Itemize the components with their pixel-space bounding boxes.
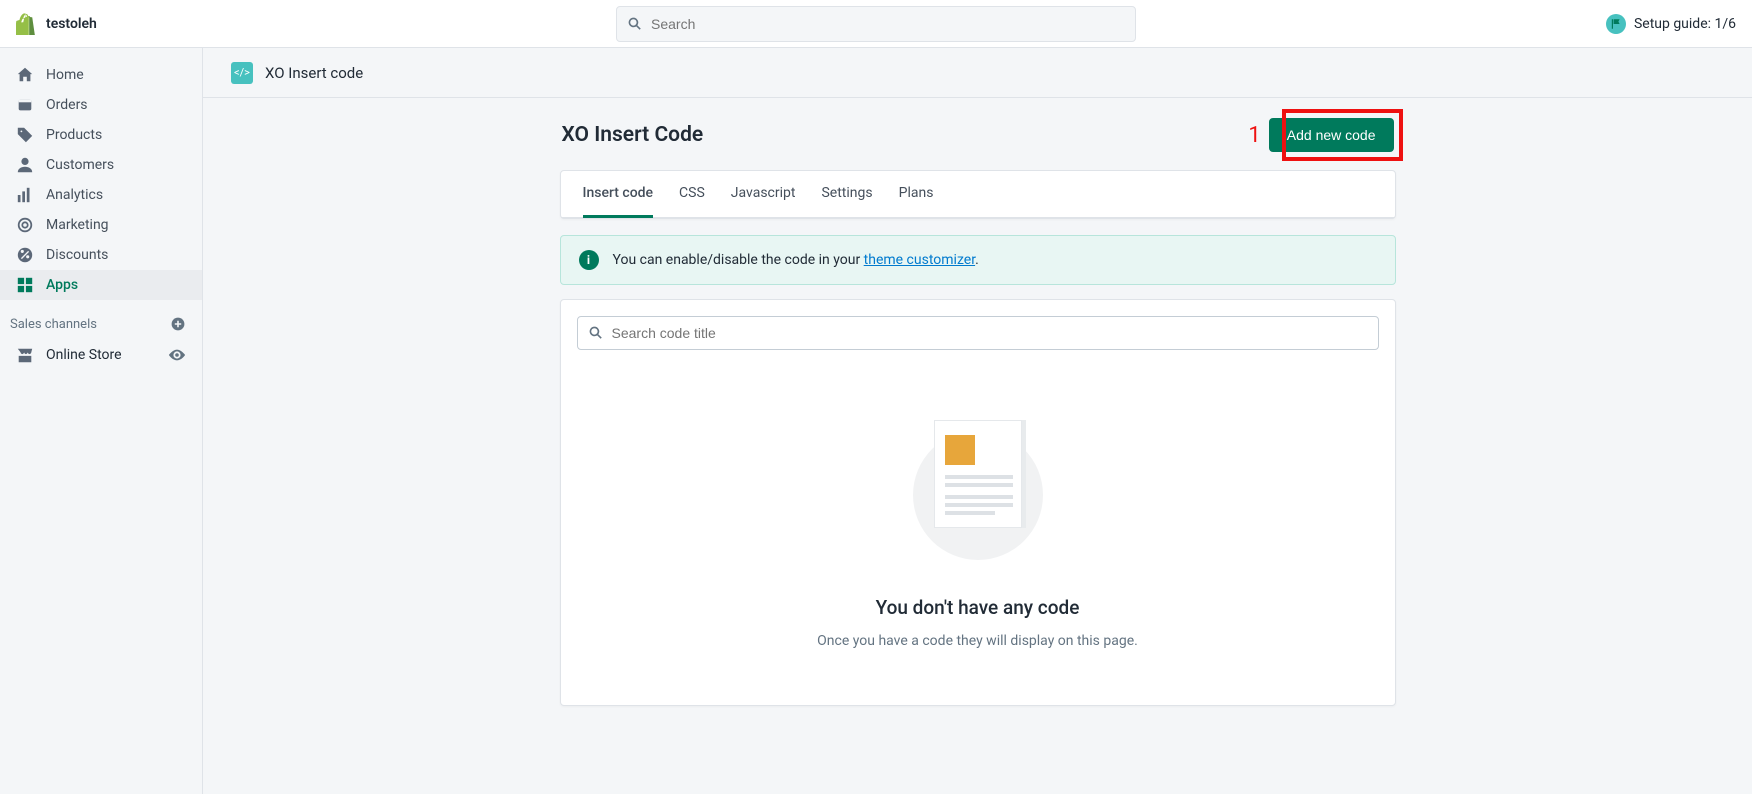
- setup-guide-text[interactable]: Setup guide: 1/6: [1634, 16, 1736, 32]
- nav-label: Marketing: [46, 217, 109, 233]
- theme-customizer-link[interactable]: theme customizer: [864, 252, 975, 268]
- sales-channels-label: Sales channels: [10, 317, 97, 332]
- global-search[interactable]: [616, 6, 1136, 42]
- page-title: XO Insert Code: [562, 123, 704, 147]
- nav-label: Discounts: [46, 247, 108, 263]
- tab-insert-code[interactable]: Insert code: [583, 171, 654, 218]
- nav-label: Customers: [46, 157, 114, 173]
- tab-plans[interactable]: Plans: [899, 171, 934, 218]
- nav-label: Orders: [46, 97, 88, 113]
- info-banner: i You can enable/disable the code in you…: [560, 235, 1396, 285]
- channel-label: Online Store: [46, 347, 122, 363]
- channel-online-store[interactable]: Online Store: [0, 340, 202, 370]
- analytics-icon: [16, 186, 34, 204]
- info-icon: i: [579, 250, 599, 270]
- empty-heading: You don't have any code: [577, 596, 1379, 619]
- search-icon: [588, 325, 604, 341]
- search-code-input[interactable]: [612, 325, 1368, 341]
- tab-settings[interactable]: Settings: [821, 171, 872, 218]
- sidebar: Home Orders Products Customers Analytics…: [0, 48, 202, 794]
- app-icon: </>: [231, 62, 253, 84]
- tab-javascript[interactable]: Javascript: [731, 171, 796, 218]
- setup-guide-badge[interactable]: [1606, 14, 1626, 34]
- sales-channels-header: Sales channels: [0, 300, 202, 340]
- orders-icon: [16, 96, 34, 114]
- discounts-icon: [16, 246, 34, 264]
- search-code[interactable]: [577, 316, 1379, 350]
- empty-state: You don't have any code Once you have a …: [577, 420, 1379, 649]
- nav-marketing[interactable]: Marketing: [0, 210, 202, 240]
- nav-label: Analytics: [46, 187, 103, 203]
- tabs: Insert code CSS Javascript Settings Plan…: [561, 171, 1395, 218]
- app-header: </> XO Insert code: [203, 48, 1752, 98]
- nav-label: Home: [46, 67, 84, 83]
- nav-label: Apps: [46, 277, 78, 293]
- apps-icon: [16, 276, 34, 294]
- topbar: testoleh Setup guide: 1/6: [0, 0, 1752, 48]
- store-icon: [16, 346, 34, 364]
- marketing-icon: [16, 216, 34, 234]
- main-content: </> XO Insert code XO Insert Code 1 Add …: [202, 48, 1752, 794]
- nav-home[interactable]: Home: [0, 60, 202, 90]
- empty-illustration: [913, 420, 1043, 550]
- home-icon: [16, 66, 34, 84]
- info-text: You can enable/disable the code in your …: [613, 252, 979, 268]
- customers-icon: [16, 156, 34, 174]
- global-search-input[interactable]: [651, 16, 1125, 32]
- app-name: XO Insert code: [265, 64, 363, 82]
- nav-discounts[interactable]: Discounts: [0, 240, 202, 270]
- annotation-number: 1: [1248, 123, 1260, 148]
- nav-orders[interactable]: Orders: [0, 90, 202, 120]
- products-icon: [16, 126, 34, 144]
- tab-css[interactable]: CSS: [679, 171, 705, 218]
- add-new-code-button[interactable]: Add new code: [1269, 118, 1394, 152]
- empty-subtext: Once you have a code they will display o…: [577, 633, 1379, 649]
- tabs-card: Insert code CSS Javascript Settings Plan…: [560, 170, 1396, 219]
- search-icon: [627, 16, 643, 32]
- nav-apps[interactable]: Apps: [0, 270, 202, 300]
- eye-icon[interactable]: [168, 346, 186, 364]
- code-list-card: You don't have any code Once you have a …: [560, 299, 1396, 706]
- info-suffix: .: [975, 252, 979, 268]
- store-name[interactable]: testoleh: [46, 16, 97, 32]
- nav-analytics[interactable]: Analytics: [0, 180, 202, 210]
- info-prefix: You can enable/disable the code in your: [613, 252, 864, 268]
- nav-products[interactable]: Products: [0, 120, 202, 150]
- nav-label: Products: [46, 127, 102, 143]
- add-channel-icon[interactable]: [170, 316, 186, 332]
- shopify-logo: [16, 13, 36, 35]
- nav-customers[interactable]: Customers: [0, 150, 202, 180]
